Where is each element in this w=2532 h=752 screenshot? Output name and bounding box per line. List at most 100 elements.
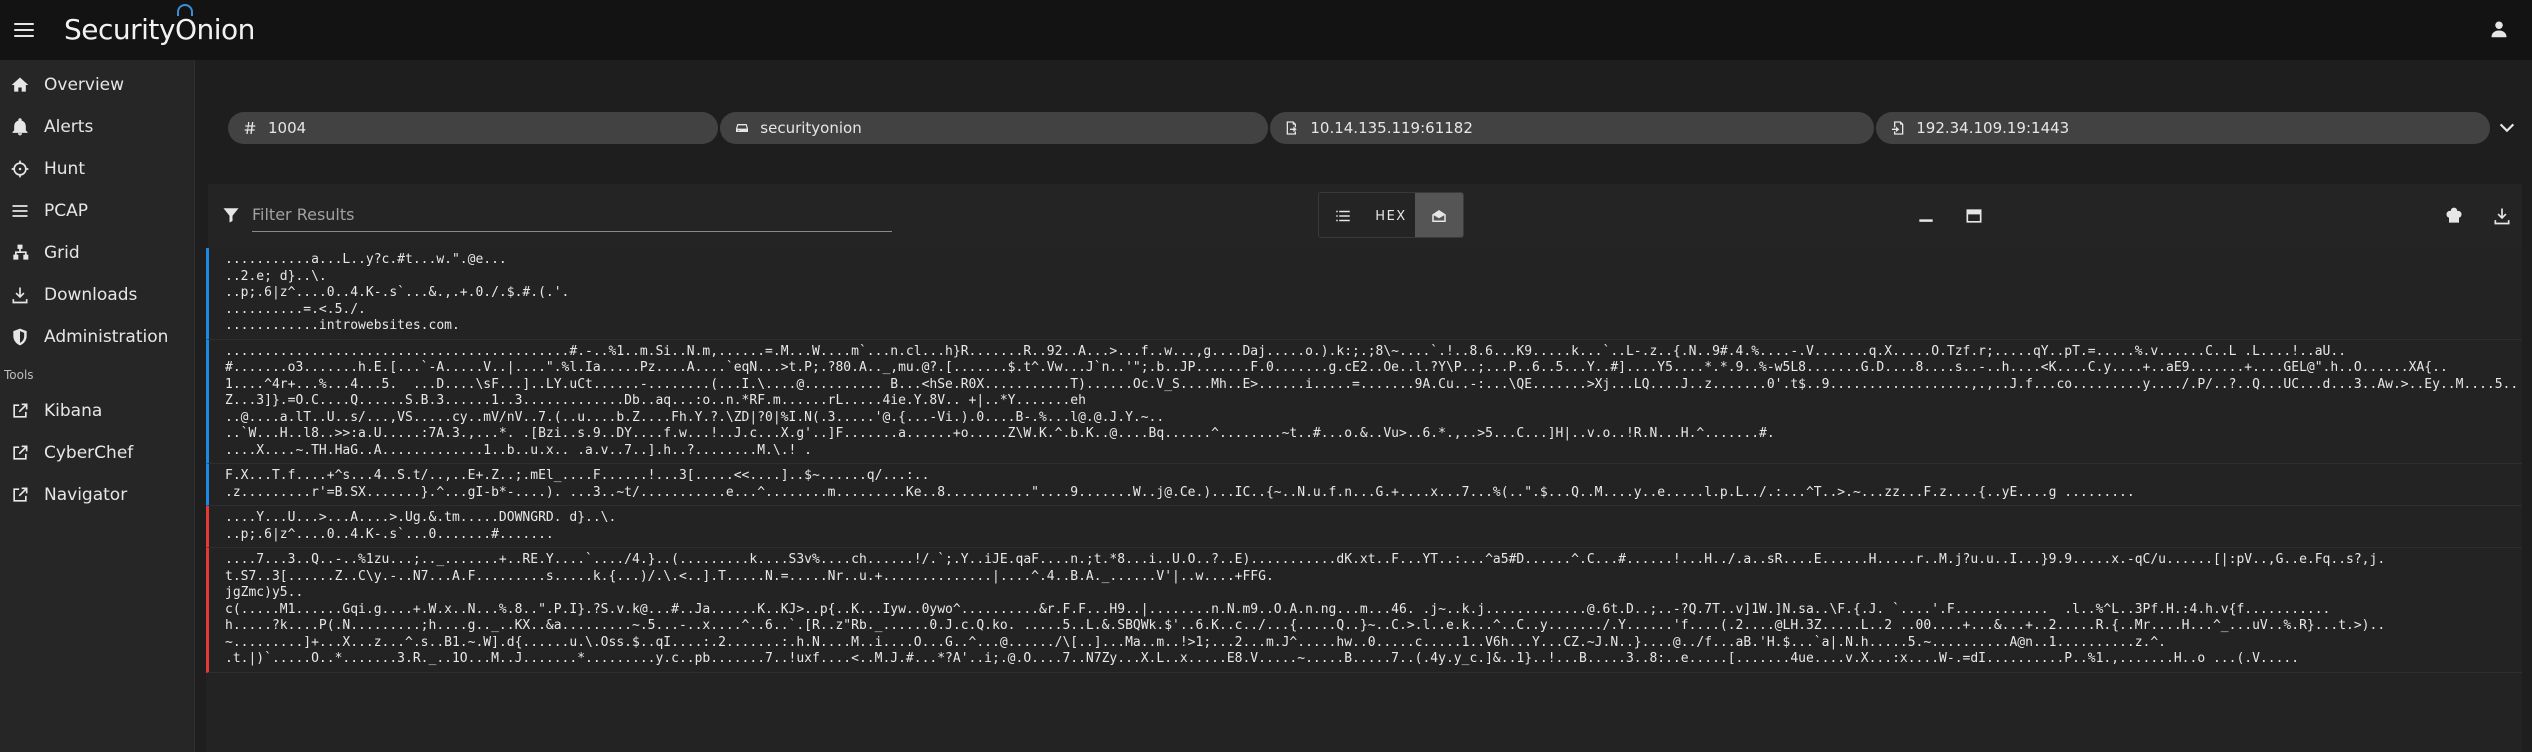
logo[interactable]: SecurityOnion: [64, 3, 255, 46]
external-link-icon: [13, 403, 28, 418]
chevron-down-icon[interactable]: [2496, 117, 2518, 139]
server-icon: [736, 124, 749, 132]
destination-packet: ....7...3..Q..-..%1zu...;.._.......+..RE…: [206, 548, 2522, 673]
sidebar-item-alerts[interactable]: Alerts: [0, 106, 194, 148]
sidebar-item-kibana[interactable]: Kibana: [0, 390, 194, 432]
filter-input[interactable]: [252, 198, 892, 232]
tools-section-label: Tools: [4, 368, 34, 382]
menu-icon[interactable]: [14, 23, 34, 37]
logo-text-onion: Onion: [174, 3, 255, 46]
expand-button[interactable]: [1964, 206, 1984, 226]
main-content: 1004 securityonion 10.14.135.119:61182 1…: [196, 60, 2532, 752]
packet-line: ..p;.6|z^....0..4.K-.s`...&.,.+.0./.$.#.…: [225, 285, 570, 300]
packet-line: t.S7..3[......Z..C\y.-..N7...A.F........…: [225, 568, 1274, 584]
packet-transcript: ...........a...L..y?c.#t...w.".@e... ..2.…: [206, 248, 2522, 752]
chef-hat-icon: [2446, 207, 2462, 223]
packet-line: c(.....M1......Gqi.g....+.W.x..N...%.8..…: [225, 601, 2331, 617]
filter-icon: [223, 208, 239, 223]
packet-line: .z.........r'=B.SX.......}.^...gI-b*-...…: [225, 484, 2135, 500]
hex-label: HEX: [1375, 208, 1407, 224]
hex-view-button[interactable]: HEX: [1367, 193, 1415, 237]
sidebar-item-label: PCAP: [44, 201, 89, 221]
packet-line: F.X...T.f....+^s...4..S.t/..,..E+.Z..;.m…: [225, 468, 930, 483]
chip-sensor-value: securityonion: [760, 119, 862, 137]
packet-line: ............introwebsites.com.: [225, 318, 460, 333]
packet-line: ..p;.6|z^....0..4.K-.s`...0.......#.....…: [225, 526, 554, 542]
sidebar-item-label: Administration: [44, 327, 169, 347]
list-icon: [12, 205, 28, 217]
top-app-bar: SecurityOnion: [0, 0, 2532, 60]
packet-line: ..@....a.lT..U..s/...,VS.....cy..mV/nV..…: [225, 409, 1165, 425]
envelope-open-icon: [1432, 210, 1446, 222]
sitemap-icon: [13, 244, 29, 260]
sidebar-item-label: Grid: [44, 243, 80, 263]
file-export-icon: [1287, 121, 1298, 135]
sidebar-item-label: Navigator: [44, 485, 128, 505]
sidebar-item-label: Kibana: [44, 401, 103, 421]
packet-line: ........................................…: [225, 343, 2347, 359]
packet-line: #.......o3.......h.E.[...`-A.....V..|...…: [225, 360, 2448, 375]
source-packet: ........................................…: [206, 339, 2522, 464]
hash-icon: [244, 122, 256, 134]
collapse-button[interactable]: [1916, 206, 1936, 226]
chip-sensor[interactable]: securityonion: [720, 112, 1269, 144]
packet-line: ....7...3..Q..-..%1zu...;.._.......+..RE…: [225, 552, 2386, 567]
chip-source-value: 10.14.135.119:61182: [1310, 119, 1473, 137]
logo-text-security: Security: [64, 12, 175, 46]
crosshairs-icon: [11, 160, 29, 178]
unwrapped-view-button[interactable]: [1415, 193, 1463, 237]
file-import-icon: [1892, 121, 1904, 135]
session-chips: 1004 securityonion 10.14.135.119:61182 1…: [228, 112, 2518, 144]
bell-icon: [12, 118, 28, 136]
packet-line: ...........a...L..y?c.#t...w.".@e...: [225, 252, 507, 267]
external-link-icon: [13, 487, 28, 502]
destination-packet: ....Y...U...>...A....>.Ug.&.tm.....DOWNG…: [206, 506, 2522, 548]
packet-line: Z...3]}.=O.C....Q......S.B.3......1..3..…: [225, 393, 1086, 408]
sidebar-item-pcap[interactable]: PCAP: [0, 190, 194, 232]
packet-line: ..2.e; d}..\.: [225, 268, 327, 284]
sidebar-item-label: CyberChef: [44, 443, 134, 463]
chip-source[interactable]: 10.14.135.119:61182: [1270, 112, 1875, 144]
sidebar-item-overview[interactable]: Overview: [0, 64, 194, 106]
packet-line: .t.|)`.....O..*.......3.R._..1O...M..J..…: [225, 651, 2300, 666]
external-link-icon: [13, 445, 28, 460]
home-icon: [11, 77, 29, 92]
sidebar-item-administration[interactable]: Administration: [0, 316, 194, 358]
sidebar-item-label: Downloads: [44, 285, 138, 305]
sidebar-item-hunt[interactable]: Hunt: [0, 148, 194, 190]
packet-line: jgZmc)y5..: [225, 585, 304, 600]
source-packet: F.X...T.f....+^s...4..S.t/..,..E+.Z..;.m…: [206, 464, 2522, 506]
sidebar: Overview Alerts Hunt PCAP Grid Downloads…: [0, 60, 195, 752]
packet-line: ..`W...H..l8..>>:a.U.....:7A.3.,...*. .[…: [225, 426, 1775, 441]
sidebar-item-label: Hunt: [44, 159, 85, 179]
minimize-icon: [1919, 219, 1933, 222]
list-view-button[interactable]: [1319, 193, 1367, 237]
chip-destination[interactable]: 192.34.109.19:1443: [1876, 112, 2491, 144]
cybercheff-button[interactable]: [2444, 206, 2464, 226]
packet-line: 1....^4r+...%...4...5. ...D....\sF...]..…: [225, 376, 2519, 392]
user-icon[interactable]: [2490, 20, 2508, 38]
packet-line: ....X....~.TH.HaG..A.............1..b..u…: [225, 442, 812, 458]
view-mode-toggle: HEX: [1318, 192, 1464, 238]
results-toolbar: HEX: [208, 184, 2522, 248]
download-pcap-button[interactable]: [2492, 206, 2512, 226]
packet-line: ~.........]+...X...z...^.s..B1.~.W].d{..…: [225, 634, 2167, 650]
packet-line: h.....?k....P(.N.........;h....g.._..KX.…: [225, 618, 2386, 633]
shield-icon: [13, 328, 27, 346]
download-icon: [2494, 208, 2510, 225]
sidebar-item-label: Overview: [44, 75, 125, 95]
window-icon: [1966, 209, 1982, 223]
sidebar-item-label: Alerts: [44, 117, 94, 137]
sidebar-item-cyberchef[interactable]: CyberChef: [0, 432, 194, 474]
chip-destination-value: 192.34.109.19:1443: [1916, 119, 2070, 137]
chip-id[interactable]: 1004: [228, 112, 719, 144]
packet-line: ....Y...U...>...A....>.Ug.&.tm.....DOWNG…: [225, 510, 617, 525]
list-icon: [1336, 210, 1350, 222]
download-icon: [12, 287, 28, 304]
sidebar-item-navigator[interactable]: Navigator: [0, 474, 194, 516]
sidebar-item-grid[interactable]: Grid: [0, 232, 194, 274]
source-packet: ...........a...L..y?c.#t...w.".@e... ..2.…: [206, 248, 2522, 340]
packet-line: ..........=.<.5./.: [225, 301, 366, 317]
sidebar-item-downloads[interactable]: Downloads: [0, 274, 194, 316]
chip-id-value: 1004: [268, 119, 307, 137]
